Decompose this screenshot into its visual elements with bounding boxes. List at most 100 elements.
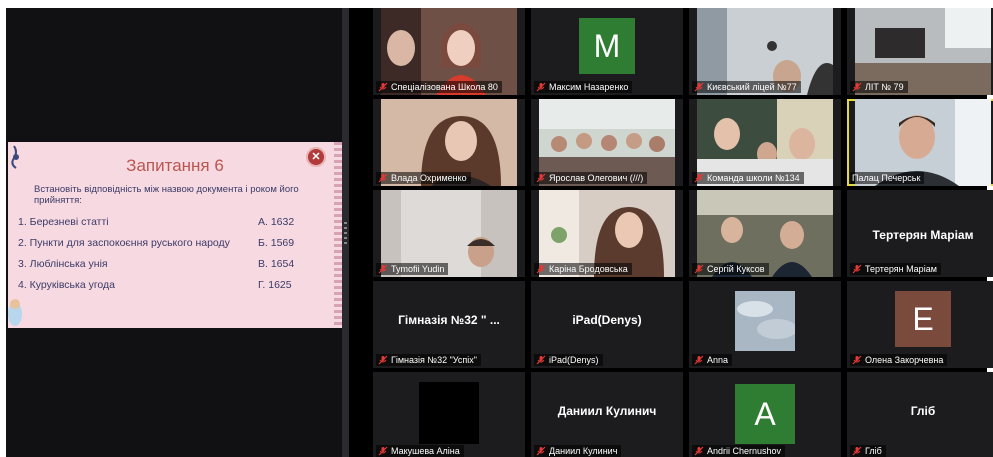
year-option: В. 1654	[258, 258, 295, 270]
participant-nameplate: Ярослав Олегович (///)	[534, 172, 648, 184]
participant-display-name: iPad(Denys)	[572, 313, 642, 327]
participant-tile[interactable]: Гімназія №32 " ... Гімназія №32 "Успіх"	[373, 281, 525, 368]
shared-screen: Запитання 6 ✕ Встановіть відповідність м…	[6, 8, 342, 457]
answer-row: 3. Люблінська унія В. 1654	[18, 258, 318, 272]
participant-tile[interactable]: Anna	[689, 281, 841, 368]
question-instruction: Встановіть відповідність між назвою доку…	[34, 184, 299, 206]
participant-tile[interactable]: Команда школи №134	[689, 99, 841, 186]
participant-nameplate: ЛІТ № 79	[850, 81, 908, 93]
question-title: Запитання 6	[126, 156, 224, 175]
participant-tile[interactable]: Каріна Бродовська	[531, 190, 683, 277]
participant-name: Спеціалізована Школа 80	[391, 82, 498, 92]
active-speaker-tile[interactable]: Палац Печерськ	[847, 99, 993, 186]
participant-name: iPad(Denys)	[549, 355, 599, 365]
year-option: Б. 1569	[258, 237, 295, 249]
participant-nameplate: Максим Назаренко	[534, 81, 633, 93]
participant-tile[interactable]: E Олена Закорчевна	[847, 281, 993, 368]
year-option: Г. 1625	[258, 279, 292, 291]
participant-name: Гліб	[865, 446, 882, 456]
muted-mic-icon	[694, 264, 704, 274]
participant-nameplate: Гімназія №32 "Успіх"	[376, 354, 481, 366]
participant-name: Даниил Кулинич	[549, 446, 618, 456]
participant-name: Макушева Аліна	[391, 446, 460, 456]
participant-nameplate: Anna	[692, 354, 733, 366]
participant-tile[interactable]: Сергій Куксов	[689, 190, 841, 277]
participant-tile[interactable]: Києвський ліцей №77	[689, 8, 841, 95]
participant-nameplate: Києвський ліцей №77	[692, 81, 801, 93]
avatar: E	[895, 291, 951, 347]
participant-nameplate: Олена Закорчевна	[850, 354, 948, 366]
muted-mic-icon	[694, 355, 704, 365]
participant-nameplate: Andrii Chernushov	[692, 445, 786, 457]
document-name: 1. Березневі статті	[18, 216, 109, 228]
participant-tile[interactable]: Тертерян Маріам Тертерян Маріам	[847, 190, 993, 277]
document-name: 3. Люблінська унія	[18, 258, 108, 270]
participant-display-name: Гліб	[910, 404, 936, 418]
answer-row: 1. Березневі статті А. 1632	[18, 216, 318, 230]
muted-mic-icon	[694, 173, 704, 183]
participant-name: Tymofii Yudin	[391, 264, 445, 274]
muted-mic-icon	[378, 82, 388, 92]
participant-tile[interactable]: Гліб Гліб	[847, 372, 993, 457]
participant-tile[interactable]: A Andrii Chernushov	[689, 372, 841, 457]
muted-mic-icon	[378, 173, 388, 183]
participant-name: Тертерян Маріам	[865, 264, 937, 274]
participant-tile[interactable]: Tymofii Yudin	[373, 190, 525, 277]
muted-mic-icon	[694, 82, 704, 92]
participant-tile[interactable]: Даниил Кулинич Даниил Кулинич	[531, 372, 683, 457]
quiz-slide: Запитання 6 ✕ Встановіть відповідність м…	[8, 142, 342, 328]
participant-nameplate: iPad(Denys)	[534, 354, 603, 366]
participant-tile[interactable]: Ярослав Олегович (///)	[531, 99, 683, 186]
participant-tile[interactable]: ЛІТ № 79	[847, 8, 993, 95]
muted-mic-icon	[378, 264, 388, 274]
muted-mic-icon	[378, 355, 388, 365]
participant-name: Anna	[707, 355, 729, 365]
participant-tile[interactable]: Влада Охрименко	[373, 99, 525, 186]
participant-nameplate: Даниил Кулинич	[534, 445, 622, 457]
participant-nameplate: Сергій Куксов	[692, 263, 769, 275]
participant-name: Ярослав Олегович (///)	[549, 173, 644, 183]
muted-mic-icon	[852, 264, 862, 274]
muted-mic-icon	[852, 355, 862, 365]
document-name: 4. Куруківська угода	[18, 279, 116, 291]
meeting-window: Запитання 6 ✕ Встановіть відповідність м…	[6, 8, 993, 457]
participant-tile[interactable]: iPad(Denys) iPad(Denys)	[531, 281, 683, 368]
answer-row: 4. Куруківська угода Г. 1625	[18, 279, 318, 293]
participant-tile[interactable]: M Максим Назаренко	[531, 8, 683, 95]
participant-nameplate: Палац Печерськ	[850, 172, 925, 184]
participant-name: Команда школи №134	[707, 173, 800, 183]
muted-mic-icon	[536, 82, 546, 92]
muted-mic-icon	[536, 446, 546, 456]
participant-name: Каріна Бродовська	[549, 264, 628, 274]
participant-name: Олена Закорчевна	[865, 355, 944, 365]
participant-name: Києвський ліцей №77	[707, 82, 797, 92]
participant-nameplate: Гліб	[850, 445, 886, 457]
close-icon[interactable]: ✕	[306, 147, 326, 167]
muted-mic-icon	[536, 173, 546, 183]
avatar: A	[735, 384, 795, 444]
participant-nameplate: Каріна Бродовська	[534, 263, 632, 275]
year-option: А. 1632	[258, 216, 295, 228]
participant-name: Палац Печерськ	[852, 173, 921, 183]
muted-mic-icon	[852, 82, 862, 92]
participant-nameplate: Tymofii Yudin	[376, 263, 449, 275]
participant-nameplate: Макушева Аліна	[376, 445, 464, 457]
participant-name: Гімназія №32 "Успіх"	[391, 355, 477, 365]
participant-display-name: Гімназія №32 " ...	[398, 313, 500, 327]
participant-display-name: Тертерян Маріам	[872, 228, 974, 242]
muted-mic-icon	[536, 264, 546, 274]
muted-mic-icon	[852, 446, 862, 456]
participant-nameplate: Команда школи №134	[692, 172, 804, 184]
participant-nameplate: Спеціалізована Школа 80	[376, 81, 502, 93]
participant-name: Максим Назаренко	[549, 82, 629, 92]
participant-tile[interactable]: Спеціалізована Школа 80	[373, 8, 525, 95]
participant-nameplate: Влада Охрименко	[376, 172, 471, 184]
participant-name: Сергій Куксов	[707, 264, 765, 274]
panel-splitter[interactable]	[342, 8, 349, 457]
participant-nameplate: Тертерян Маріам	[850, 263, 941, 275]
muted-mic-icon	[378, 446, 388, 456]
participant-name: Влада Охрименко	[391, 173, 467, 183]
muted-mic-icon	[536, 355, 546, 365]
participant-tile[interactable]: Макушева Аліна	[373, 372, 525, 457]
answer-row: 2. Пункти для заспокоєння руського народ…	[18, 237, 318, 251]
